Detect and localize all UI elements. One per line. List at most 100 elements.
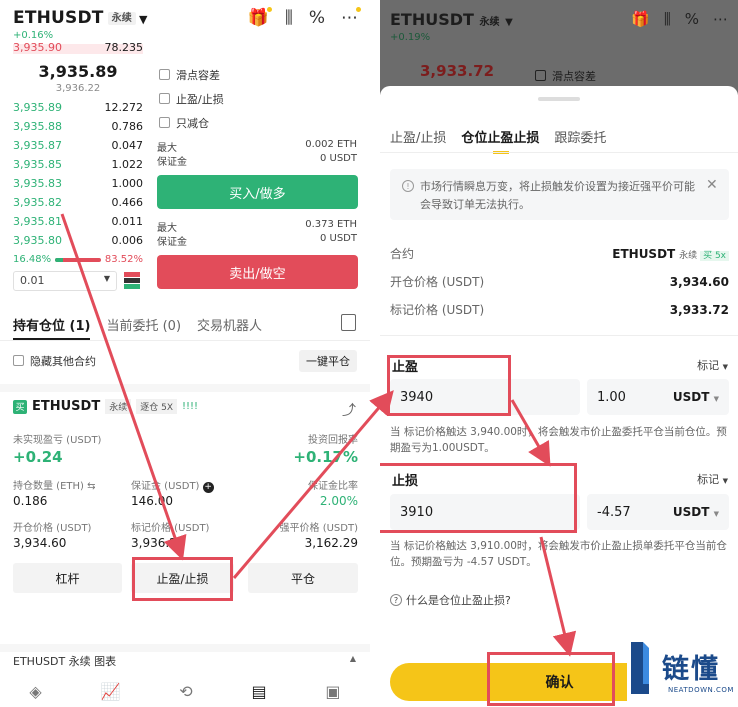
candles-icon[interactable]: ⫼ [285,8,293,28]
tpsl-tabs: 止盈/止损 仓位止盈止损 跟踪委托 [390,127,606,154]
hide-other-label: 隐藏其他合约 [30,355,96,368]
bid-row[interactable]: 3,935.89 12.272 [13,98,143,117]
buy-long-button[interactable]: 买入/做多 [157,175,358,209]
unrealized-value: +0.24 [13,448,63,466]
candles-icon: ⫼ [663,10,671,28]
dim-change: +0.19% [390,32,431,43]
ask-row[interactable]: 3,935.90 78.235 [13,40,143,54]
perp-tag: 永续 [107,12,136,25]
drag-handle[interactable] [538,97,580,101]
tab-trailing[interactable]: 跟踪委托 [554,127,606,146]
sl-amount-input[interactable]: -4.57 USDT ▼ [587,494,729,530]
chevron-down-icon: ▼ [713,510,719,518]
gift-icon[interactable]: 🎁 [248,7,273,28]
chevron-down-icon: ▼ [103,274,110,283]
entry-label: 开仓价格 (USDT) [13,523,92,534]
ratio-bar-fill [55,257,63,262]
sell-ratio: 83.52% [104,254,143,265]
nav-wallet-icon[interactable]: ▣ [325,682,340,701]
sl-trigger-text: 标记 [697,473,720,486]
contract-value: ETHUSDT 永续买 5x [612,247,729,261]
mark-row: 标记价格 (USDT) 3,933.72 [390,301,729,318]
buy-max: 最大 0.002 ETH [157,139,357,154]
more-icon[interactable]: ⋯ [341,7,361,28]
close-all-button[interactable]: 一键平仓 [299,350,357,372]
add-margin-icon[interactable]: + [202,482,214,493]
entry-value: 3,934.60 [13,536,67,550]
tab-open-orders[interactable]: 当前委托 (0) [106,315,181,340]
history-icon[interactable] [341,314,356,331]
percent-icon: % [684,10,699,28]
tab-bots[interactable]: 交易机器人 [197,315,262,340]
option-reduce-only[interactable]: 只减仓 [159,115,209,131]
value: 0 USDT [319,153,357,164]
perp-tag: 永续 [105,399,132,414]
tp-unit-select[interactable]: USDT ▼ [673,390,719,404]
bid-row[interactable]: 3,935.87 0.047 [13,136,143,155]
close-icon[interactable]: ✕ [706,177,718,193]
margin-ratio-value: 2.00% [319,494,358,508]
symbol-selector[interactable]: ETHUSDT 永续 ▼ [13,8,148,28]
sl-unit-select[interactable]: USDT ▼ [673,505,719,519]
nav-market-icon[interactable]: 📈 [101,682,121,701]
position-tabs: 持有仓位 (1) 当前委托 (0) 交易机器人 [13,315,262,340]
checkbox-icon [159,117,170,128]
tab-tpsl[interactable]: 止盈/止损 [390,127,446,146]
bid-row[interactable]: 3,935.82 0.466 [13,193,143,212]
dim-perp-tag: 永续 [479,17,500,28]
share-icon[interactable]: ⤴ [342,400,356,420]
sell-max: 最大 0.373 ETH [157,219,357,234]
tp-amount-input[interactable]: 1.00 USDT ▼ [587,379,729,415]
bid-row[interactable]: 3,935.88 0.786 [13,117,143,136]
contract-badge: 买 5x [700,250,729,261]
close-position-button[interactable]: 平仓 [248,563,358,593]
tp-amount-value: 1.00 [597,389,626,405]
chart-link[interactable]: ETHUSDT 永续 图表 [13,653,116,669]
tab-positions[interactable]: 持有仓位 (1) [13,315,91,340]
checkbox-icon [159,93,170,104]
bid-row[interactable]: 3,935.83 1.000 [13,174,143,193]
leverage-button[interactable]: 杠杆 [13,563,122,593]
gift-icon: 🎁 [631,10,650,28]
dim-option-label: 滑点容差 [552,70,596,83]
bid-qty: 1.022 [111,158,144,171]
percent-icon[interactable]: % [309,8,325,28]
faq-text: 什么是仓位止盈止损? [406,594,511,607]
sell-short-button[interactable]: 卖出/做空 [157,255,358,289]
depth-select[interactable]: 0.01 ▼ [13,271,117,291]
tp-hint: 当 标记价格触达 3,940.00时，将会触发市价止盈委托平仓当前仓位。预期盈亏… [390,426,727,454]
entry-value: 3,934.60 [669,274,729,289]
nav-trade-icon[interactable]: ⟲ [179,682,192,701]
nav-orders-icon[interactable]: ▤ [251,682,266,701]
option-label: 滑点容差 [176,69,220,82]
tp-trigger-type[interactable]: 标记 ▼ [697,357,728,373]
nav-home-icon[interactable]: ◈ [29,682,41,701]
sl-trigger-type[interactable]: 标记 ▼ [697,471,728,487]
more-icon: ⋯ [713,10,728,28]
label: 保证金 [157,237,187,248]
hide-other-toggle[interactable]: 隐藏其他合约 [13,353,96,369]
depth-value: 0.01 [20,274,45,287]
checkbox-icon [13,355,24,366]
ask-qty: 78.235 [104,40,144,54]
highlight-box [387,355,511,416]
label: 保证金 [157,157,187,168]
mark-value: 3,933.72 [669,302,729,317]
bid-row[interactable]: 3,935.80 0.006 [13,231,143,250]
option-slippage[interactable]: 滑点容差 [159,67,220,83]
dim-header-icons: 🎁 ⫼ % ⋯ [631,10,728,28]
book-layout-icon[interactable] [124,272,140,289]
option-tpsl[interactable]: 止盈/止损 [159,91,224,107]
chevron-down-icon: ▼ [713,395,719,403]
contract-label: 合约 [390,247,415,261]
chevron-down-icon: ▼ [722,477,728,485]
bid-row[interactable]: 3,935.81 0.011 [13,212,143,231]
contract-symbol: ETHUSDT [612,246,676,261]
bid-row[interactable]: 3,935.85 1.022 [13,155,143,174]
unrealized-label: 未实现盈亏 (USDT) [13,435,102,446]
faq-link[interactable]: ? 什么是仓位止盈止损? [390,592,511,608]
chevron-up-icon[interactable]: ▲ [350,654,356,663]
tab-position-tpsl[interactable]: 仓位止盈止损 [461,127,539,154]
position-symbol: ETHUSDT [32,399,101,414]
liq-label: 强平价格 (USDT) [279,523,358,534]
